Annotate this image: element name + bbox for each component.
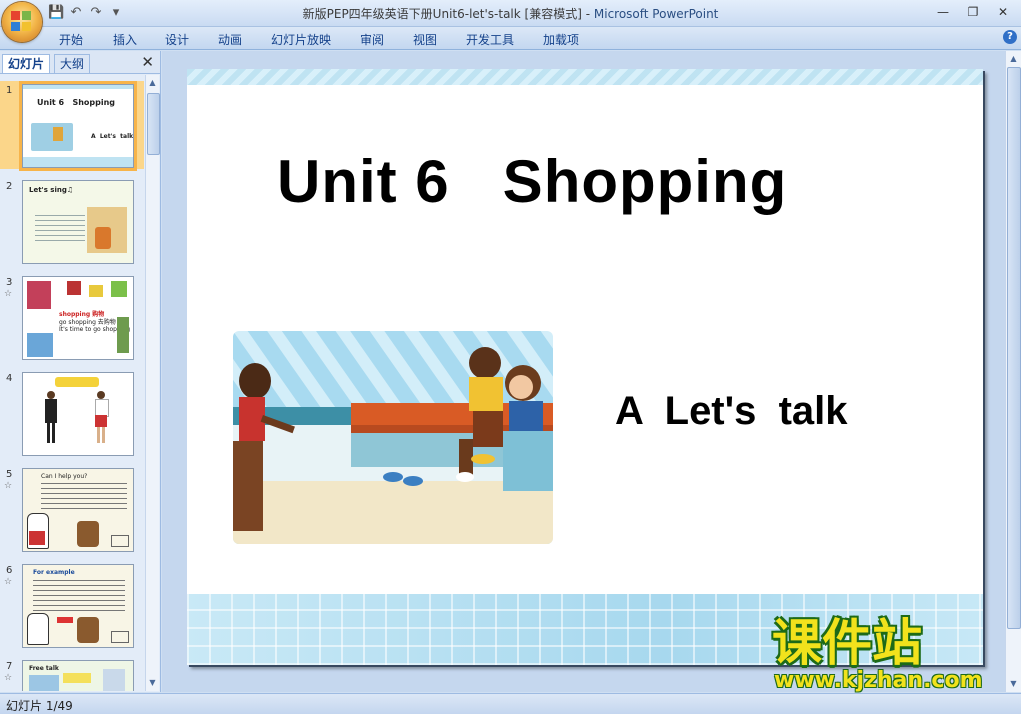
thumbnail-scrollbar[interactable]: ▲ ▼: [145, 75, 160, 691]
thumbnail-slide-5: Can I help you?: [22, 468, 134, 552]
editor-scrollbar[interactable]: ▲ ▼: [1005, 51, 1021, 692]
thumbnail-item[interactable]: 3 ☆ shopping 购物 go shopping 去购物 It's tim…: [0, 273, 144, 361]
animation-star-icon: ☆: [4, 577, 13, 587]
thumbnail-number: 5: [6, 469, 13, 480]
scrollbar-thumb[interactable]: [1007, 67, 1021, 629]
office-button[interactable]: [2, 2, 42, 42]
slide-title[interactable]: Unit 6 Shopping: [277, 147, 787, 216]
thumbnail-title: Unit 6 Shopping: [37, 98, 116, 107]
thumbnail-number: 4: [6, 373, 13, 384]
thumbnail-slide-7: Free talk: [22, 660, 134, 691]
thumbnail-line: Free talk: [29, 665, 59, 672]
watermark-url: www.kjzhan.com: [774, 668, 983, 693]
restore-icon[interactable]: ❐: [963, 3, 983, 21]
animation-star-icon: ☆: [4, 481, 13, 491]
thumbnail-item[interactable]: 4: [0, 369, 144, 457]
thumbnail-item[interactable]: 1 Unit 6 Shopping A Let's talk: [0, 81, 144, 169]
thumbnail-number: 2: [6, 181, 13, 192]
scroll-up-icon[interactable]: ▲: [1008, 53, 1019, 65]
slide-top-band: [187, 69, 983, 85]
tab-addins[interactable]: 加载项: [543, 31, 579, 48]
thumbnail-item[interactable]: 5 ☆ Can I help you?: [0, 465, 144, 553]
thumbnail-number: 3: [6, 277, 13, 288]
slide-counter: 幻灯片 1/49: [6, 699, 73, 713]
window-controls: — ❐ ✕: [933, 3, 1013, 21]
status-bar: 幻灯片 1/49: [0, 693, 1021, 714]
tab-view[interactable]: 视图: [413, 31, 437, 48]
watermark: 课件站 www.kjzhan.com: [772, 614, 1012, 694]
animation-star-icon: ☆: [4, 289, 13, 299]
shopping-illustration[interactable]: [233, 331, 553, 544]
tab-home[interactable]: 开始: [59, 31, 83, 48]
window-title: 新版PEP四年级英语下册Unit6-let's-talk [兼容模式] - Mi…: [0, 5, 1021, 22]
help-icon[interactable]: ?: [1003, 30, 1017, 44]
ribbon-tabs: 开始 插入 设计 动画 幻灯片放映 审阅 视图 开发工具 加载项 ?: [0, 27, 1021, 50]
tab-slides[interactable]: 幻灯片: [2, 54, 51, 73]
slides-panel: 幻灯片 大纲 ✕ 1 Unit 6 Shopping A Let's talk …: [0, 51, 161, 692]
app-name: Microsoft PowerPoint: [593, 7, 719, 21]
animation-star-icon: ☆: [4, 673, 13, 683]
office-logo-icon: [11, 11, 33, 33]
scroll-up-icon[interactable]: ▲: [147, 77, 158, 89]
thumbnail-slide-3: shopping 购物 go shopping 去购物 It's time to…: [22, 276, 134, 360]
thumbnail-subtitle: A Let's talk: [91, 133, 134, 140]
slide-subtitle[interactable]: A Let's talk: [615, 389, 848, 434]
close-panel-icon[interactable]: ✕: [141, 53, 154, 71]
thumbnail-line: shopping 购物: [59, 311, 105, 318]
thumbnail-title: Let's sing♫: [29, 186, 74, 194]
slide-canvas[interactable]: Unit 6 Shopping A Let's talk: [187, 69, 983, 665]
thumbnail-slide-1: Unit 6 Shopping A Let's talk: [22, 84, 134, 168]
thumbnail-slide-4: [22, 372, 134, 456]
tab-insert[interactable]: 插入: [113, 31, 137, 48]
tab-design[interactable]: 设计: [165, 31, 189, 48]
tab-review[interactable]: 审阅: [360, 31, 384, 48]
thumbnail-number: 1: [6, 85, 13, 96]
thumbnail-line: Can I help you?: [41, 473, 88, 480]
thumbnail-list: 1 Unit 6 Shopping A Let's talk 2 Let's s…: [0, 75, 144, 691]
shoe-shop-picture: [233, 331, 553, 544]
document-name: 新版PEP四年级英语下册Unit6-let's-talk [兼容模式]: [302, 7, 582, 21]
thumbnail-item[interactable]: 7 ☆ Free talk: [0, 657, 144, 691]
minimize-icon[interactable]: —: [933, 3, 953, 21]
scrollbar-thumb[interactable]: [147, 93, 160, 155]
tab-developer[interactable]: 开发工具: [466, 31, 514, 48]
slide-editor: Unit 6 Shopping A Let's talk: [162, 51, 1021, 692]
close-icon[interactable]: ✕: [993, 3, 1013, 21]
panel-tabs: 幻灯片 大纲 ✕: [0, 51, 160, 74]
thumbnail-line: For example: [33, 569, 75, 576]
thumbnail-slide-2: Let's sing♫: [22, 180, 134, 264]
tab-slideshow[interactable]: 幻灯片放映: [271, 31, 331, 48]
tab-animations[interactable]: 动画: [218, 31, 242, 48]
title-separator: -: [581, 7, 594, 21]
thumbnail-number: 7: [6, 661, 13, 672]
tab-outline[interactable]: 大纲: [54, 54, 91, 73]
thumbnail-number: 6: [6, 565, 13, 576]
scroll-down-icon[interactable]: ▼: [147, 677, 158, 689]
title-bar: 💾 ↶ ↷ ▾ 新版PEP四年级英语下册Unit6-let's-talk [兼容…: [0, 0, 1021, 27]
thumbnail-line: go shopping 去购物: [59, 319, 116, 326]
thumbnail-slide-6: For example: [22, 564, 134, 648]
thumbnail-item[interactable]: 2 Let's sing♫: [0, 177, 144, 265]
thumbnail-item[interactable]: 6 ☆ For example: [0, 561, 144, 649]
watermark-cn: 课件站: [772, 614, 922, 672]
